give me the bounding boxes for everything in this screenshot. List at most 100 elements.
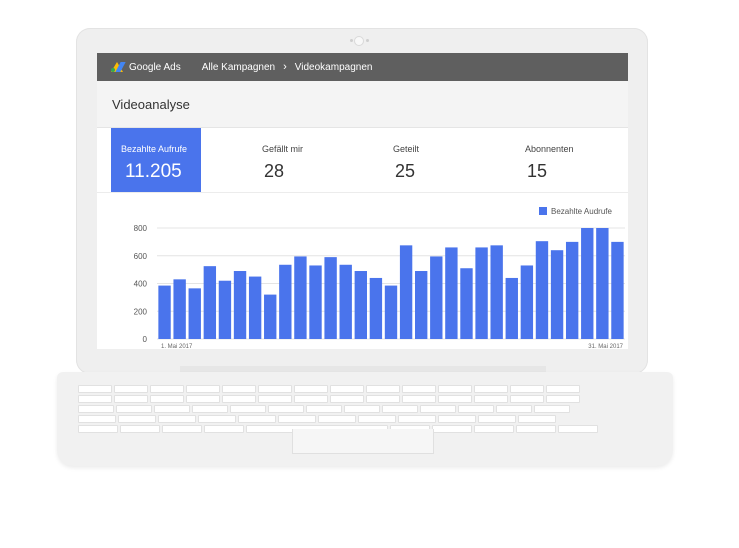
metric-value: 25 [395,161,416,181]
chart-bar [596,228,609,339]
page-header: Videoanalyse [97,81,628,128]
keyboard-key [278,415,316,423]
chart-bar [218,280,232,339]
keyboard-key [150,385,184,393]
keyboard-key [420,405,456,413]
metric-label: Abonnenten [525,144,574,154]
laptop-screen: Google Ads Alle Kampagnen › Videokampagn… [97,53,628,349]
webcam-sensor [366,39,369,42]
keyboard-key [238,415,276,423]
keyboard-key [366,385,400,393]
metric-label: Bezahlte Aufrufe [121,144,188,154]
keyboard-key [78,385,112,393]
chart-bar [264,294,277,339]
webcam-indicator [350,39,353,42]
chart-bar [233,271,247,339]
app-topbar: Google Ads Alle Kampagnen › Videokampagn… [97,53,628,81]
keyboard-key [358,415,396,423]
keyboard-key [258,385,292,393]
keyboard-key [558,425,598,433]
keyboard-key [474,425,514,433]
chart-bar [445,247,458,339]
chart-bar [248,276,262,339]
chart-bar [354,271,367,339]
metric-label: Geteilt [393,144,420,154]
keyboard-key [120,425,160,433]
keyboard-key [478,415,516,423]
keyboard-key [402,395,436,403]
metrics-bar: Bezahlte Aufrufe 11.205 Gefällt mir 28 G… [97,128,628,193]
keyboard-key [438,415,476,423]
keyboard-key [402,385,436,393]
keyboard-key [318,415,356,423]
keyboard-key [78,405,114,413]
webcam-icon [354,36,364,46]
chart-bar [611,241,624,339]
chart-bar [158,285,171,339]
keyboard-key [204,425,244,433]
chart-bar [173,279,186,339]
chart-bar [339,264,352,339]
keyboard-key [432,425,472,433]
keyboard-key [150,395,184,403]
laptop-trackpad [292,429,434,454]
chart-bar [550,250,564,339]
keyboard-key [268,405,304,413]
metric-value: 28 [264,161,285,181]
page-title: Videoanalyse [112,96,190,112]
keyboard-key [154,405,190,413]
keyboard-row [78,395,648,403]
chart-bar [415,271,428,339]
keyboard-key [186,395,220,403]
chart-bar [565,241,579,339]
y-tick-label: 600 [134,252,148,261]
chart-bar [324,257,337,339]
x-start-label: 1. Mai 2017 [161,344,193,349]
keyboard-key [510,395,544,403]
keyboard-key [114,395,148,403]
chart-bar [520,265,534,339]
chart-bar [279,264,292,339]
keyboard-key [382,405,418,413]
keyboard-key [546,395,580,403]
keyboard-key [186,385,220,393]
y-tick-label: 800 [134,224,148,233]
y-tick-label: 200 [134,307,148,316]
keyboard-key [510,385,544,393]
keyboard-key [114,385,148,393]
chart-bar [475,247,488,339]
keyboard-key [294,385,328,393]
chart-bar [505,277,518,339]
breadcrumb-all-campaigns[interactable]: Alle Kampagnen [202,62,275,73]
brand-name: Google Ads [129,61,181,73]
metric-label: Gefällt mir [262,144,304,154]
keyboard-key [222,385,256,393]
keyboard-key [258,395,292,403]
legend-swatch [539,207,547,215]
breadcrumb-separator-icon: › [283,61,287,73]
chart-bar [581,228,594,339]
keyboard-key [330,395,364,403]
keyboard-key [294,395,328,403]
keyboard-key [496,405,532,413]
chart-bar [188,288,201,339]
keyboard-key [474,395,508,403]
keyboard-key [458,405,494,413]
keyboard-key [158,415,196,423]
y-tick-label: 0 [143,335,148,344]
keyboard-row [78,405,648,413]
bar-chart: 800 600 400 200 0 Bezahlte Audrufe 1. Mai 2017… [134,207,625,349]
keyboard-key [116,405,152,413]
laptop-keyboard [78,385,648,433]
chart-bar [369,277,383,339]
breadcrumb-video-campaigns[interactable]: Videokampagnen [295,62,373,73]
keyboard-row [78,385,648,393]
keyboard-key [162,425,202,433]
x-end-label: 31. Mai 2017 [588,344,623,349]
keyboard-key [474,385,508,393]
keyboard-key [344,405,380,413]
metric-paid-views[interactable]: Bezahlte Aufrufe 11.205 [111,128,201,192]
chart-bar [430,256,443,339]
keyboard-key [230,405,266,413]
keyboard-key [306,405,342,413]
